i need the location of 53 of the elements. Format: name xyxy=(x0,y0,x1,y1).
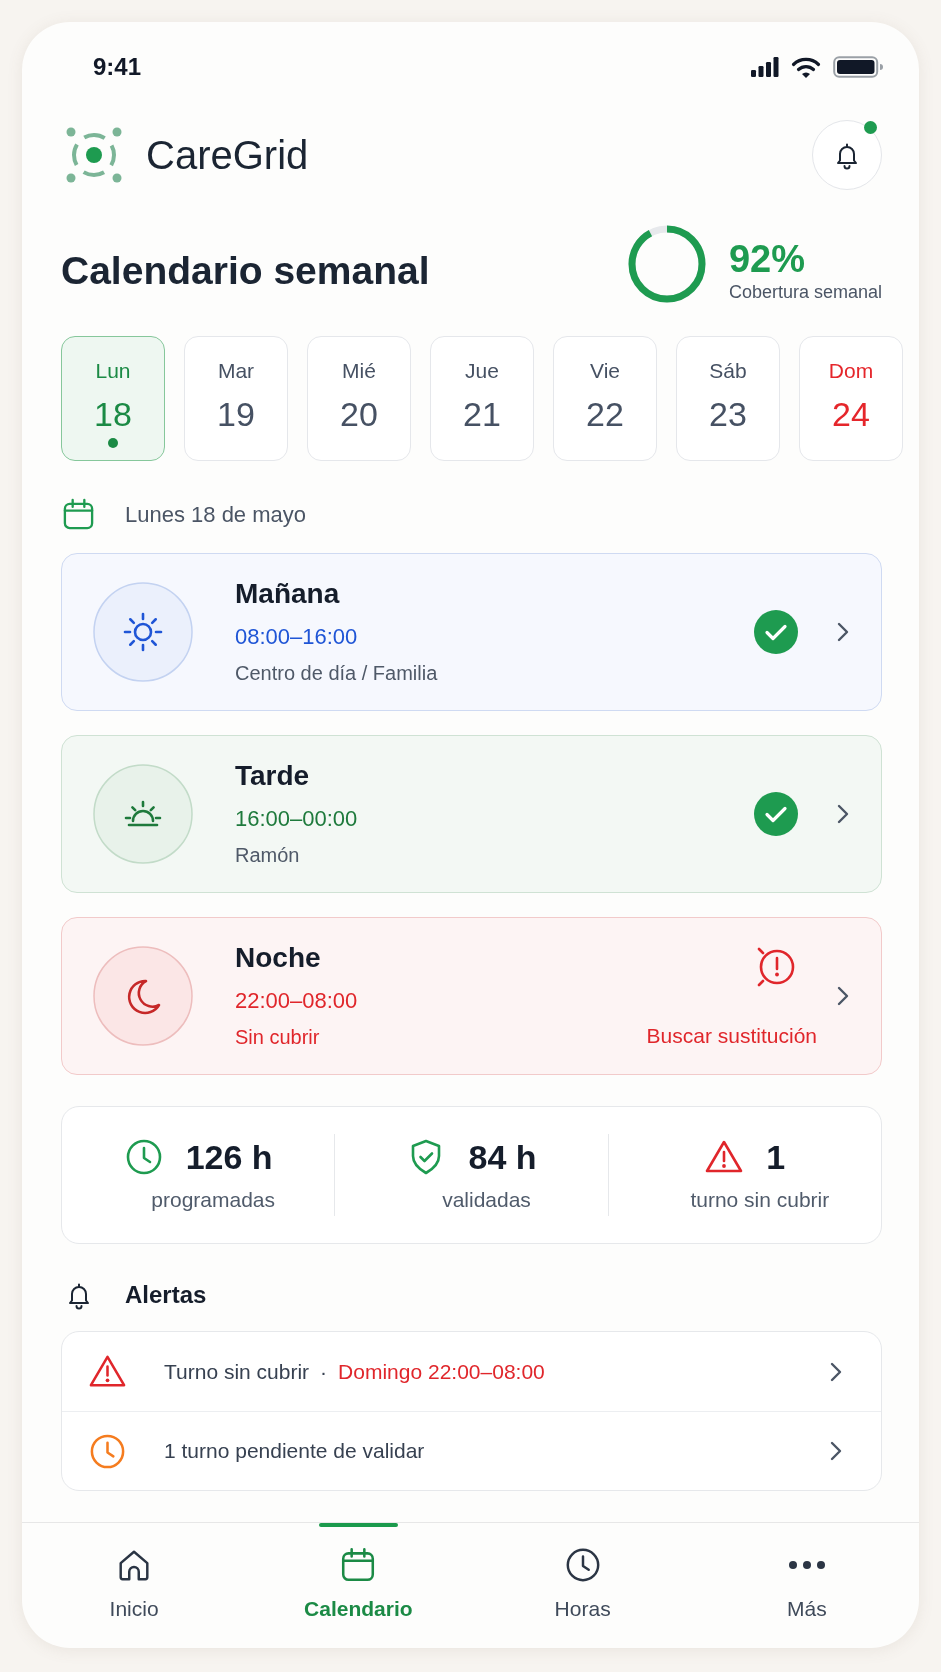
day-tab[interactable]: Sáb 23 xyxy=(676,336,780,461)
action-link[interactable]: Buscar sustitución xyxy=(646,1022,817,1049)
shift-assignee: Centro de día / Familia xyxy=(235,660,438,686)
shift-assignee: Ramón xyxy=(235,842,300,868)
shift-card[interactable]: Tarde 16:00–00:00 Ramón xyxy=(61,735,882,893)
shift-time: 16:00–00:00 xyxy=(235,804,358,833)
sun-icon xyxy=(93,582,193,682)
shift-title: Mañana xyxy=(235,576,340,611)
coverage-label: Cobertura semanal xyxy=(728,281,882,303)
day-tab[interactable]: Mar 19 xyxy=(184,336,288,461)
shift-title: Noche xyxy=(235,940,321,975)
stat-value: 1 xyxy=(766,1137,786,1177)
nav-tab[interactable]: Horas xyxy=(470,1523,695,1648)
day-tab[interactable]: Vie 22 xyxy=(553,336,657,461)
dot-icon xyxy=(108,438,118,448)
shift-time: 22:00–08:00 xyxy=(235,986,358,1015)
signal-icon xyxy=(751,57,779,77)
shift-title: Tarde xyxy=(235,758,310,793)
shift-assignee: Sin cubrir xyxy=(235,1024,320,1050)
sunset-icon xyxy=(93,764,193,864)
chevron-icon[interactable] xyxy=(836,620,850,644)
coverage-value: 92% xyxy=(728,237,805,281)
shift-time: 08:00–16:00 xyxy=(235,622,358,651)
date-label: Lunes 18 de mayo xyxy=(125,500,307,529)
shift-card[interactable]: Noche 22:00–08:00 Sin cubrir Buscar sustitución xyxy=(61,917,882,1075)
chevron-icon[interactable] xyxy=(836,984,850,1008)
calendar-icon xyxy=(61,496,96,532)
status-time: 9:41 xyxy=(93,52,142,82)
nav-tab[interactable]: Calendario xyxy=(246,1523,471,1648)
moon-icon xyxy=(93,946,193,1046)
section-title: Alertas xyxy=(125,1280,207,1310)
day-tab[interactable]: Mié 20 xyxy=(307,336,411,461)
stat-value: 126 h xyxy=(185,1137,273,1177)
day-tab[interactable]: Jue 21 xyxy=(430,336,534,461)
more-icon xyxy=(786,1560,827,1570)
stat-label: validadas xyxy=(441,1187,531,1213)
app-name: CareGrid xyxy=(146,132,309,179)
battery-icon xyxy=(833,56,883,78)
page-title: Calendario semanal xyxy=(61,248,430,294)
stat-label: turno sin cubrir xyxy=(689,1187,830,1213)
stat-label: programadas xyxy=(150,1187,276,1213)
chevron-icon[interactable] xyxy=(829,1439,843,1463)
chevron-icon[interactable] xyxy=(836,802,850,826)
day-tab[interactable]: Dom 24 xyxy=(799,336,903,461)
day-tab[interactable]: Lun 18 xyxy=(61,336,165,461)
alert-text[interactable]: Turno sin cubrir · Domingo 22:00–08:00 xyxy=(164,1355,545,1388)
stat-value: 84 h xyxy=(468,1137,537,1177)
alert-text[interactable]: 1 turno pendiente de validar xyxy=(164,1435,425,1467)
nav-tab[interactable]: Inicio xyxy=(22,1523,247,1648)
nav-tab[interactable]: Más xyxy=(694,1523,919,1648)
logo-icon xyxy=(64,125,124,185)
shift-card[interactable]: Mañana 08:00–16:00 Centro de día / Familia xyxy=(61,553,882,711)
wifi-icon xyxy=(791,56,821,78)
